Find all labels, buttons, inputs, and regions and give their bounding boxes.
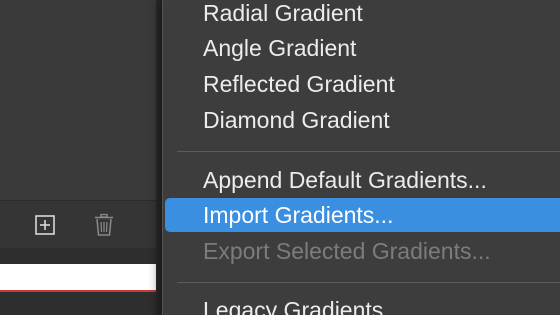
gradient-preview-field[interactable] bbox=[0, 264, 156, 292]
menu-item-angle-gradient[interactable]: Angle Gradient bbox=[165, 31, 560, 65]
menu-item-import-gradients[interactable]: Import Gradients... bbox=[165, 198, 560, 232]
menu-item-diamond-gradient[interactable]: Diamond Gradient bbox=[165, 103, 560, 137]
gradient-panel bbox=[0, 0, 156, 315]
panel-toolbar bbox=[0, 200, 156, 248]
menu-item-radial-gradient[interactable]: Radial Gradient bbox=[165, 0, 560, 30]
trash-icon bbox=[95, 213, 113, 236]
screen: Radial Gradient Angle Gradient Reflected… bbox=[0, 0, 560, 315]
gradient-list-area bbox=[0, 0, 156, 200]
gradient-options-menu: Radial Gradient Angle Gradient Reflected… bbox=[162, 0, 560, 315]
menu-separator bbox=[177, 282, 560, 283]
menu-item-export-selected-gradients: Export Selected Gradients... bbox=[203, 238, 491, 264]
menu-separator bbox=[177, 151, 560, 152]
delete-gradient-button[interactable] bbox=[92, 213, 116, 237]
plus-square-icon bbox=[35, 215, 55, 235]
menu-item-legacy-gradients[interactable]: Legacy Gradients bbox=[165, 293, 560, 315]
menu-item-append-default-gradients[interactable]: Append Default Gradients... bbox=[165, 163, 560, 197]
add-gradient-button[interactable] bbox=[33, 213, 57, 237]
menu-item-reflected-gradient[interactable]: Reflected Gradient bbox=[165, 67, 560, 101]
